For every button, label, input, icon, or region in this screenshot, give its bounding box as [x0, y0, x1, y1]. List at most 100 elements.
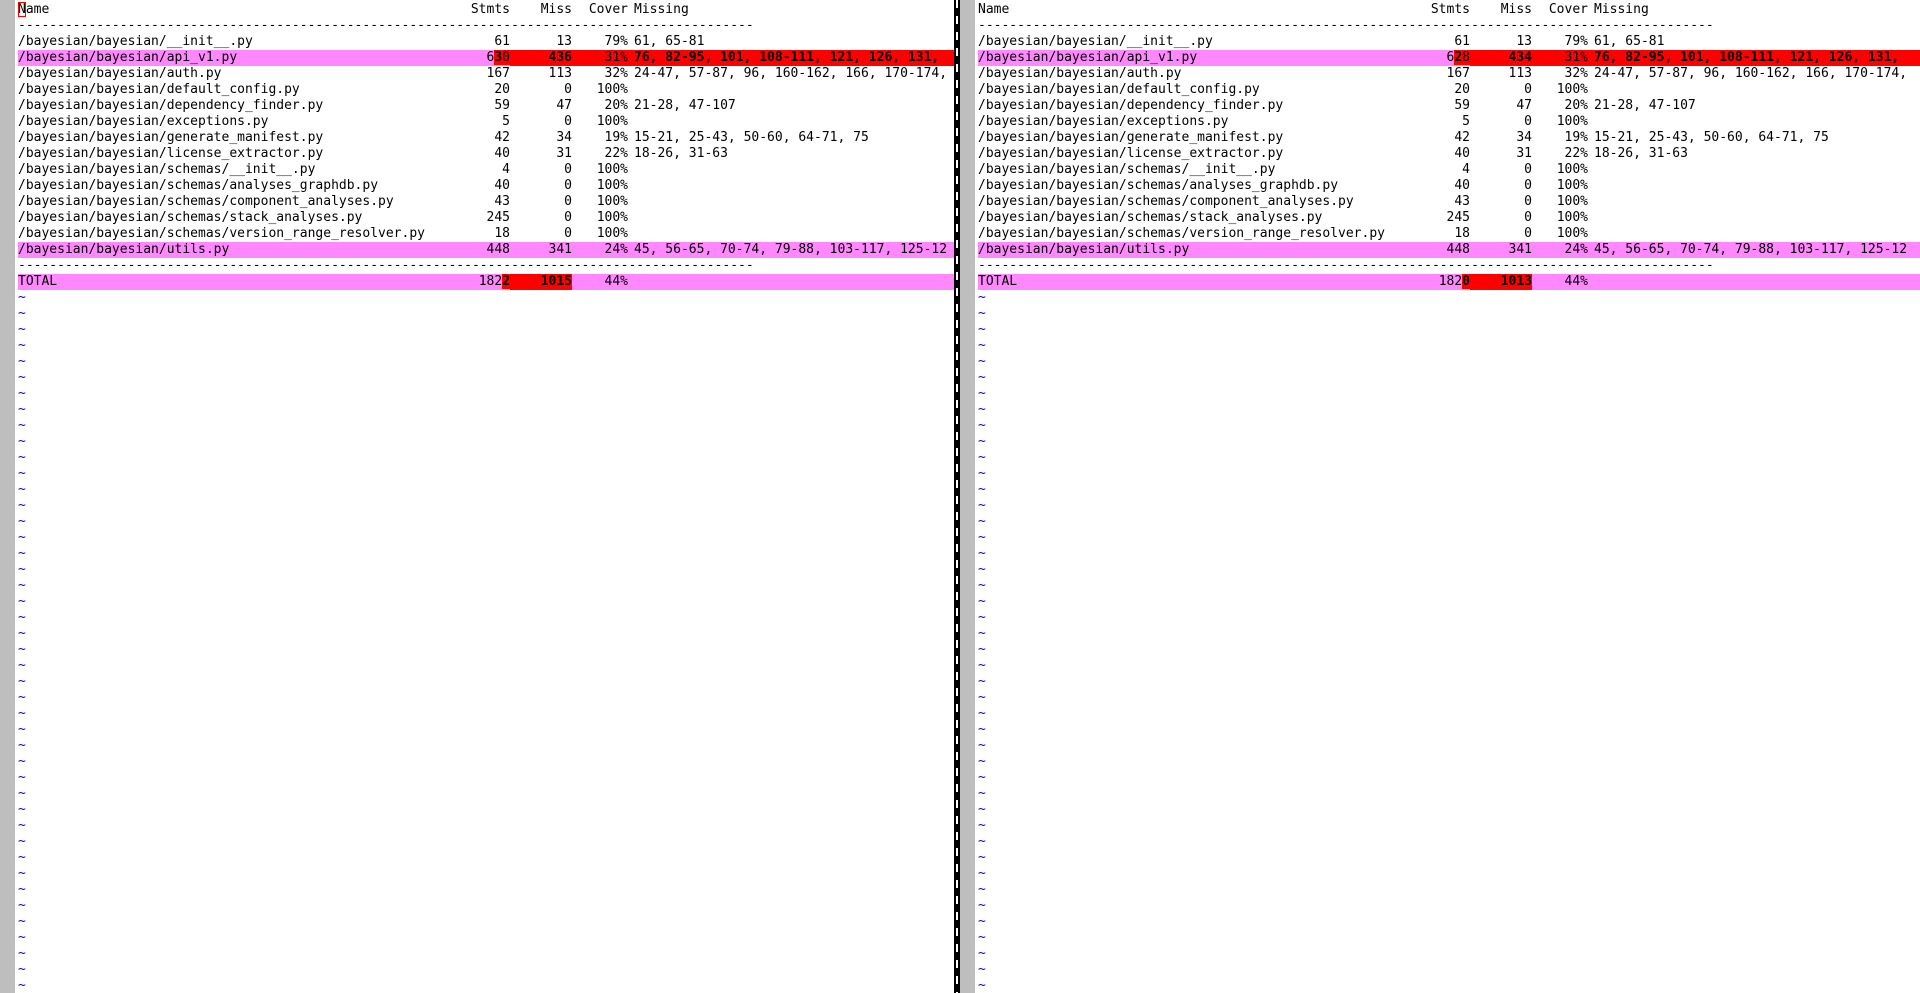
end-of-buffer-line: ~ — [978, 530, 986, 545]
end-of-buffer-line: ~ — [18, 834, 26, 849]
end-of-buffer-line: ~ — [978, 898, 986, 913]
end-of-buffer-line: ~ — [978, 354, 986, 369]
header-miss: Miss — [540, 2, 572, 17]
end-of-buffer-line: ~ — [18, 882, 26, 897]
end-of-buffer-line: ~ — [18, 658, 26, 673]
header-missing: Missing — [634, 2, 689, 17]
table-row: /bayesian/bayesian/schemas/component_ana… — [978, 194, 1588, 209]
header-cover: Cover — [588, 2, 628, 17]
table-row: /bayesian/bayesian/schemas/__init__.py 4… — [978, 162, 1588, 177]
table-row: /bayesian/bayesian/__init__.py 61 13 79%… — [978, 34, 1665, 49]
end-of-buffer-line: ~ — [18, 642, 26, 657]
end-of-buffer-line: ~ — [18, 530, 26, 545]
fold-column — [960, 0, 975, 993]
end-of-buffer-line: ~ — [978, 322, 986, 337]
end-of-buffer-line: ~ — [18, 434, 26, 449]
end-of-buffer-line: ~ — [978, 402, 986, 417]
end-of-buffer-line: ~ — [18, 898, 26, 913]
end-of-buffer-line: ~ — [18, 770, 26, 785]
buffer-text[interactable]: Name Stmts Miss Cover Missing ----------… — [978, 2, 1920, 993]
table-row: /bayesian/bayesian/auth.py 167 113 32% 2… — [978, 66, 1908, 81]
end-of-buffer-line: ~ — [978, 578, 986, 593]
table-row: /bayesian/bayesian/exceptions.py 5 0 100… — [18, 114, 628, 129]
diff-char: 2 — [1454, 50, 1463, 65]
diff-text: 434 — [1470, 50, 1532, 66]
end-of-buffer-line: ~ — [978, 690, 986, 705]
right-diff-pane[interactable]: Name Stmts Miss Cover Missing ----------… — [960, 0, 1920, 993]
table-row: /bayesian/bayesian/license_extractor.py … — [18, 146, 728, 161]
end-of-buffer-line: ~ — [978, 418, 986, 433]
end-of-buffer-line: ~ — [978, 306, 986, 321]
end-of-buffer-line: ~ — [18, 722, 26, 737]
end-of-buffer-line: ~ — [978, 674, 986, 689]
end-of-buffer-line: ~ — [18, 418, 26, 433]
end-of-buffer-line: ~ — [978, 386, 986, 401]
header-line: Name Stmts Miss Cover Missing — [978, 2, 1920, 18]
left-diff-pane[interactable]: Name Stmts Miss Cover Missing ----------… — [0, 0, 954, 993]
table-row: /bayesian/bayesian/schemas/version_range… — [978, 226, 1588, 241]
table-row: /bayesian/bayesian/dependency_finder.py … — [978, 98, 1696, 113]
end-of-buffer-line: ~ — [978, 946, 986, 961]
header-line: Name Stmts Miss Cover Missing — [18, 2, 689, 17]
end-of-buffer-line: ~ — [18, 674, 26, 689]
end-of-buffer-line: ~ — [978, 594, 986, 609]
end-of-buffer-line: ~ — [18, 290, 26, 305]
header-missing: Missing — [1594, 2, 1649, 17]
table-row: /bayesian/bayesian/default_config.py 20 … — [978, 82, 1588, 97]
changed-table-row: /bayesian/bayesian/utils.py 448 341 24% … — [978, 242, 1920, 258]
end-of-buffer-line: ~ — [978, 450, 986, 465]
end-of-buffer-line: ~ — [18, 386, 26, 401]
diff-text: 1015 — [540, 274, 572, 289]
end-of-buffer-line: ~ — [978, 754, 986, 769]
end-of-buffer-line: ~ — [978, 866, 986, 881]
end-of-buffer-line: ~ — [18, 338, 26, 353]
end-of-buffer-line: ~ — [18, 818, 26, 833]
buffer-text[interactable]: Name Stmts Miss Cover Missing ----------… — [18, 2, 954, 993]
end-of-buffer-line: ~ — [18, 802, 26, 817]
end-of-buffer-line: ~ — [18, 306, 26, 321]
end-of-buffer-line: ~ — [18, 946, 26, 961]
end-of-buffer-line: ~ — [18, 962, 26, 977]
table-row: /bayesian/bayesian/license_extractor.py … — [978, 146, 1688, 161]
end-of-buffer-line: ~ — [978, 882, 986, 897]
end-of-buffer-line: ~ — [978, 914, 986, 929]
diff-text: 436 — [510, 50, 572, 66]
end-of-buffer-line: ~ — [978, 514, 986, 529]
fold-column — [0, 0, 15, 993]
table-row: /bayesian/bayesian/__init__.py 61 13 79%… — [18, 34, 705, 49]
table-row: /bayesian/bayesian/schemas/version_range… — [18, 226, 628, 241]
end-of-buffer-line: ~ — [978, 706, 986, 721]
end-of-buffer-line: ~ — [18, 866, 26, 881]
end-of-buffer-line: ~ — [18, 482, 26, 497]
table-row: /bayesian/bayesian/schemas/component_ana… — [18, 194, 628, 209]
end-of-buffer-line: ~ — [18, 546, 26, 561]
header-miss: Miss — [1500, 2, 1532, 17]
table-row: /bayesian/bayesian/generate_manifest.py … — [978, 130, 1829, 145]
end-of-buffer-line: ~ — [978, 482, 986, 497]
empty-lines: ~ ~ ~ ~ ~ ~ ~ ~ ~ ~ ~ ~ ~ ~ ~ ~ ~ ~ ~ ~ ~ ~ ~ ~ ~ ~ ~ ~ ~ ~ ~ ~ ~ ~ ~ ~ ~ ~ ~ ~… — [18, 290, 954, 993]
end-of-buffer-line: ~ — [978, 562, 986, 577]
table-row: /bayesian/bayesian/schemas/stack_analyse… — [18, 210, 628, 225]
separator-line: ----------------------------------------… — [978, 18, 1714, 33]
end-of-buffer-line: ~ — [18, 610, 26, 625]
end-of-buffer-line: ~ — [978, 962, 986, 977]
table-row: /bayesian/bayesian/auth.py 167 113 32% 2… — [18, 66, 948, 81]
vimdiff-window: Name Stmts Miss Cover Missing ----------… — [0, 0, 1920, 993]
end-of-buffer-line: ~ — [18, 706, 26, 721]
end-of-buffer-line: ~ — [978, 818, 986, 833]
end-of-buffer-line: ~ — [18, 578, 26, 593]
end-of-buffer-line: ~ — [18, 914, 26, 929]
table-row: /bayesian/bayesian/dependency_finder.py … — [18, 98, 736, 113]
header-stmts: Stmts — [1430, 2, 1470, 17]
end-of-buffer-line: ~ — [978, 850, 986, 865]
end-of-buffer-line: ~ — [18, 930, 26, 945]
end-of-buffer-line: ~ — [18, 354, 26, 369]
end-of-buffer-line: ~ — [978, 658, 986, 673]
end-of-buffer-line: ~ — [978, 338, 986, 353]
empty-lines: ~ ~ ~ ~ ~ ~ ~ ~ ~ ~ ~ ~ ~ ~ ~ ~ ~ ~ ~ ~ ~ ~ ~ ~ ~ ~ ~ ~ ~ ~ ~ ~ ~ ~ ~ ~ ~ ~ ~ ~… — [978, 290, 1920, 993]
total-row: TOTAL 1820 1013 44% — [978, 274, 1920, 290]
table-row: /bayesian/bayesian/schemas/analyses_grap… — [18, 178, 628, 193]
end-of-buffer-line: ~ — [978, 370, 986, 385]
table-row: /bayesian/bayesian/default_config.py 20 … — [18, 82, 628, 97]
separator-line: ----------------------------------------… — [18, 258, 754, 273]
